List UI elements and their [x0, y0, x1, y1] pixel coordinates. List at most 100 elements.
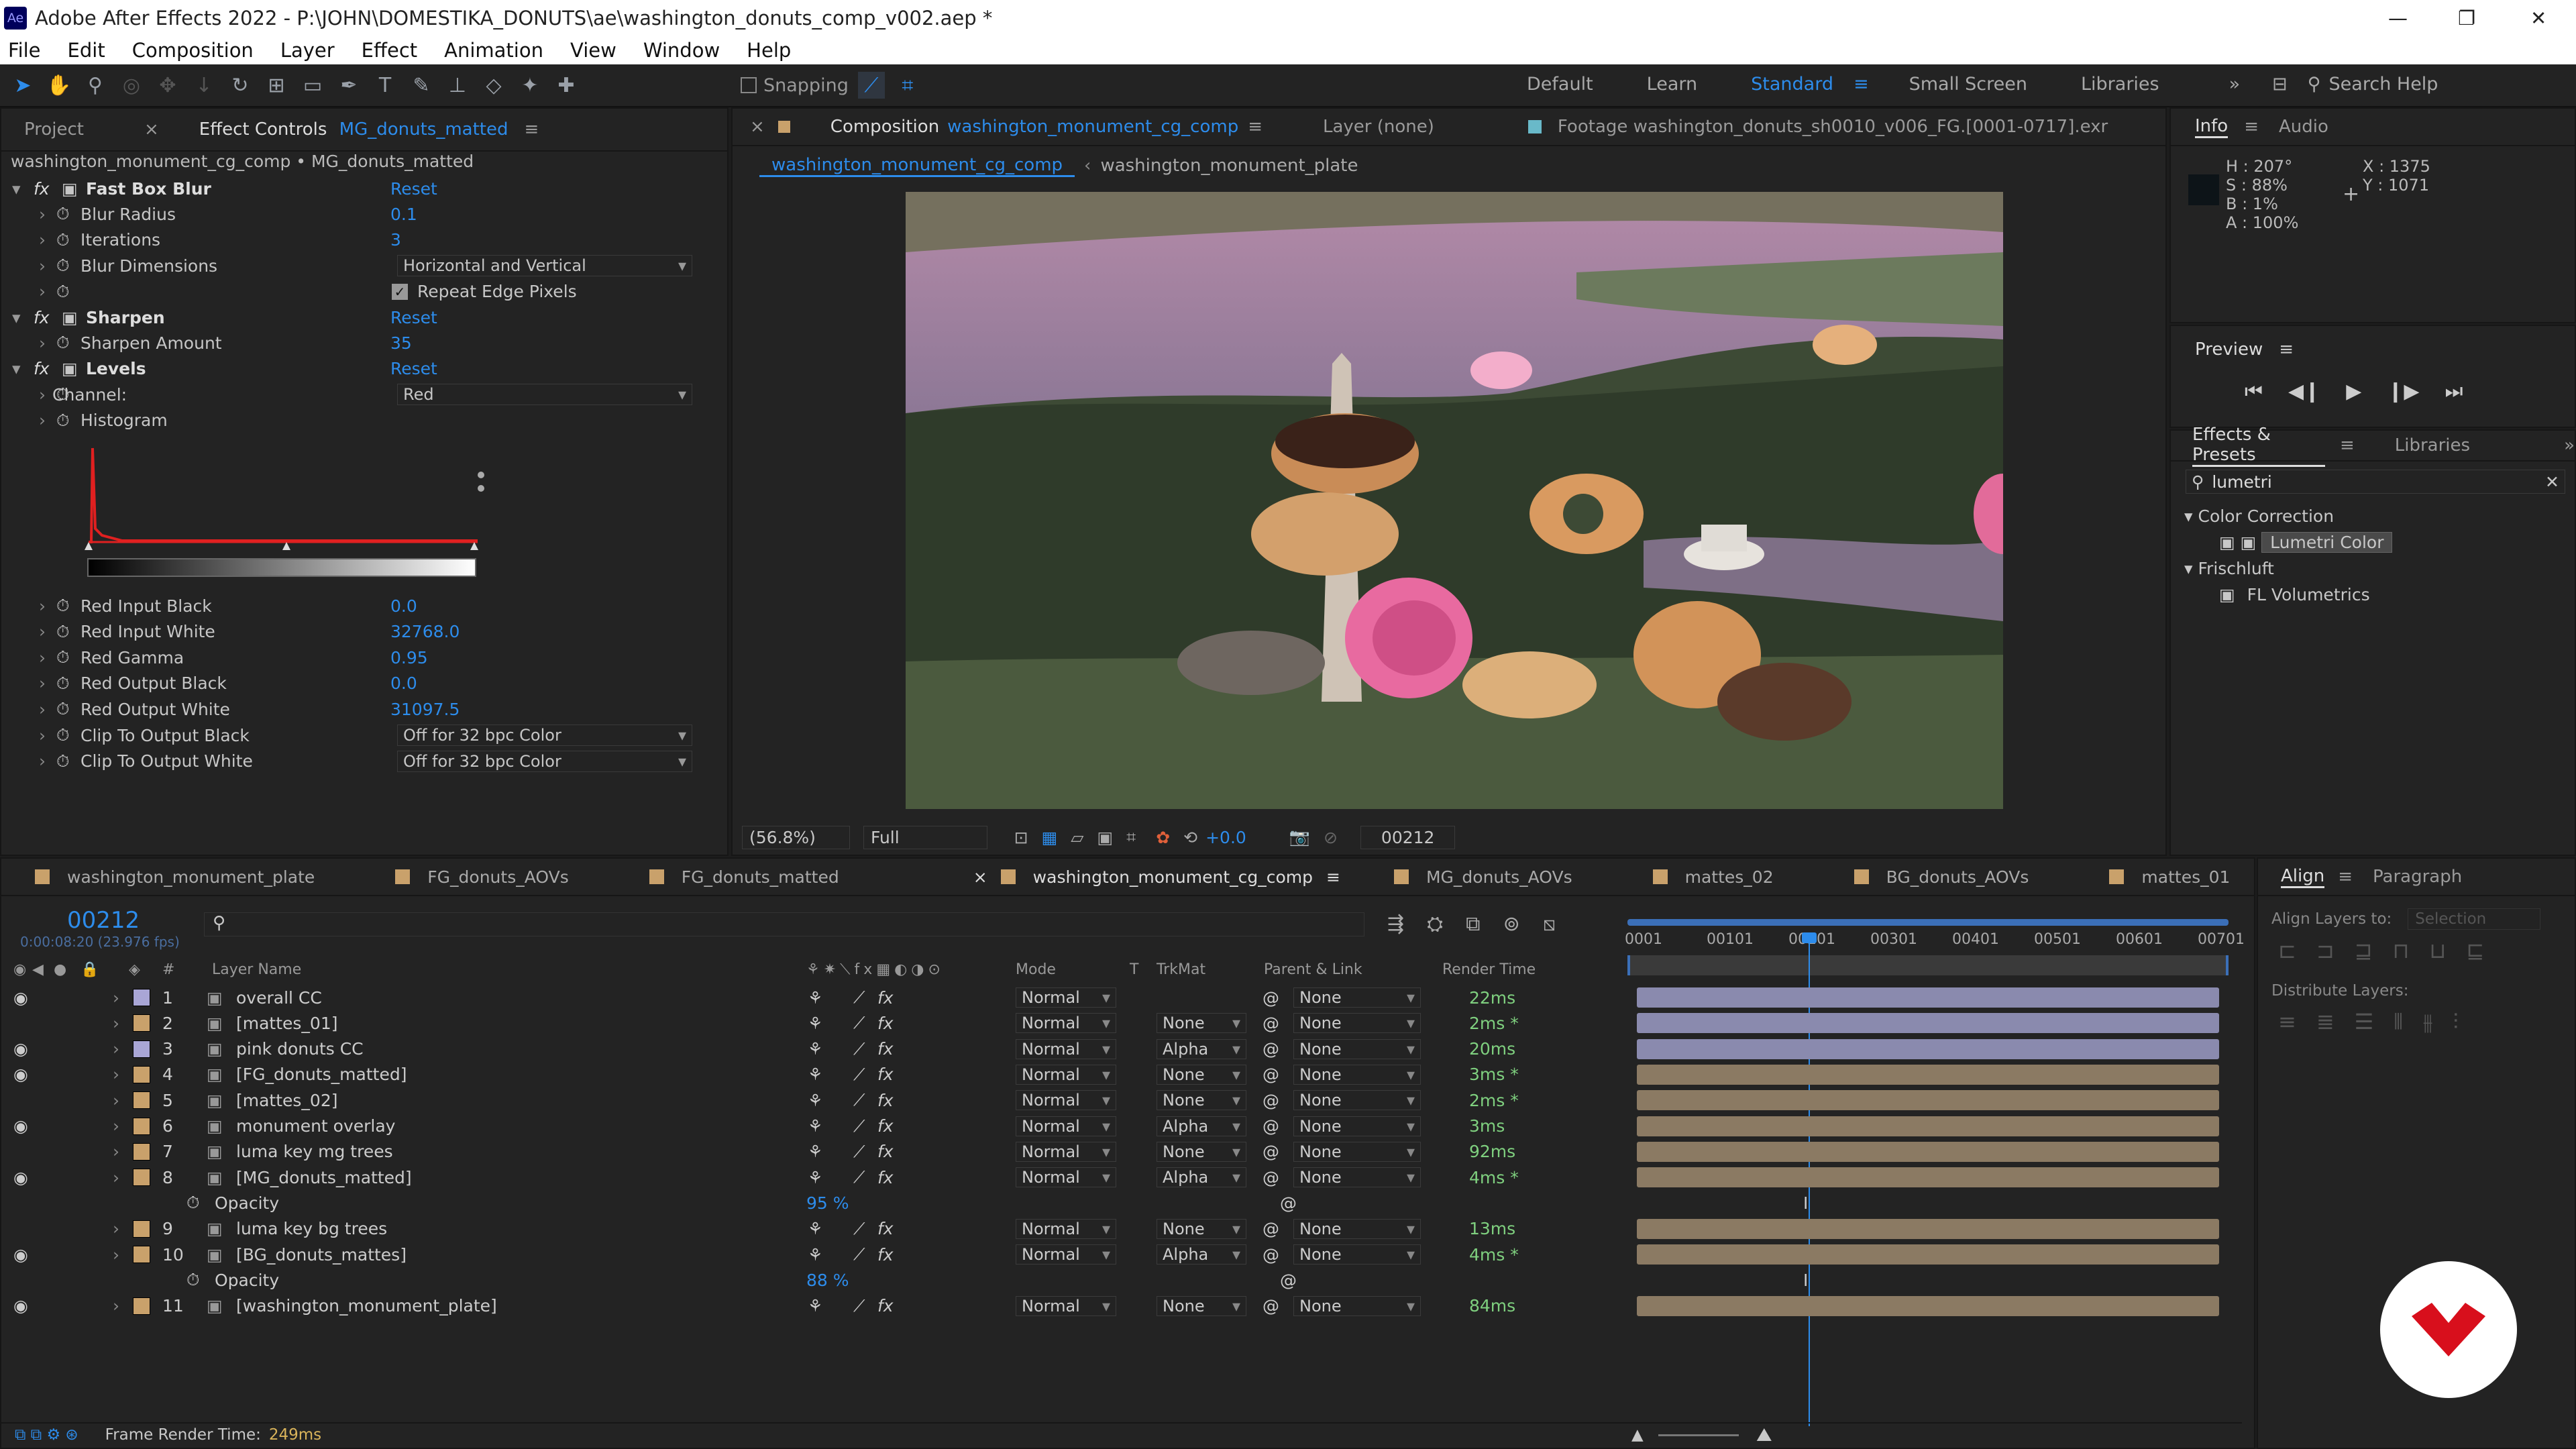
expand-arrow-icon[interactable]: › — [113, 988, 119, 1008]
parent-dropdown[interactable]: None — [1293, 1116, 1421, 1136]
current-timecode[interactable]: 00212 — [67, 907, 140, 934]
menu-file[interactable]: File — [8, 39, 41, 62]
graph-editor-icon[interactable]: ⧅ — [1543, 912, 1556, 936]
workspace-menu-icon[interactable]: ≡ — [1854, 74, 1869, 95]
menu-effect[interactable]: Effect — [362, 39, 417, 62]
shy-switch-icon[interactable]: ⚘ — [808, 1296, 822, 1316]
timeline-tab-cg-comp[interactable]: × washington_monument_cg_comp ≡ — [973, 867, 1340, 887]
layer-row[interactable]: ◉ › 4 ▣ [FG_donuts_matted] ⚘ ⟋ fx Normal None @ Non… — [1, 1062, 2219, 1087]
expand-arrow-icon[interactable]: › — [39, 256, 46, 276]
label-color-swatch[interactable] — [133, 1220, 150, 1238]
roto-brush-icon[interactable]: ✦ — [517, 72, 543, 99]
quality-switch-icon[interactable]: ⟋ — [853, 1039, 865, 1059]
zoom-out-icon[interactable]: ▲ — [1631, 1426, 1644, 1444]
snapshot-icon[interactable]: 📷 — [1289, 827, 1310, 847]
label-color-swatch[interactable] — [133, 1297, 150, 1315]
param-value[interactable]: Reset — [390, 308, 437, 327]
param-value[interactable]: 3 — [390, 230, 401, 250]
effect-param-row[interactable]: › ⏱ Blur Radius 0.1 — [1, 201, 699, 227]
workspace-learn[interactable]: Learn — [1647, 74, 1697, 95]
expand-arrow-icon[interactable]: › — [113, 1014, 119, 1033]
fx-switch-icon[interactable]: fx — [877, 1168, 894, 1187]
opacity-property-row[interactable]: ⏱ Opacity 88 % @ I — [1, 1267, 1808, 1293]
layer-duration-bar[interactable] — [1637, 1064, 2219, 1085]
trkmat-dropdown[interactable]: None — [1157, 1090, 1246, 1111]
layer-duration-bar[interactable] — [1637, 1218, 2219, 1239]
comp-menu-icon[interactable]: ≡ — [1248, 117, 1263, 137]
fx-switch-icon[interactable]: fx — [877, 1091, 894, 1110]
output-gradient[interactable] — [87, 558, 476, 577]
menu-composition[interactable]: Composition — [132, 39, 254, 62]
effect-param-row[interactable]: ▾ fx ▣ Fast Box Blur Reset — [1, 176, 699, 201]
expand-arrow-icon[interactable]: › — [39, 385, 46, 405]
effect-param-row[interactable]: › ⏱ Blur Dimensions Horizontal and Vertical — [1, 253, 699, 278]
layer-row[interactable]: ◉ › 6 ▣ monument overlay ⚘ ⟋ fx Normal Alpha @ None… — [1, 1114, 2219, 1139]
layer-row[interactable]: ◉ › 8 ▣ [MG_donuts_matted] ⚘ ⟋ fx Normal Alpha @ No… — [1, 1165, 2219, 1190]
menu-edit[interactable]: Edit — [68, 39, 105, 62]
pick-whip-icon[interactable]: @ — [1263, 1142, 1279, 1161]
blend-mode-dropdown[interactable]: Normal — [1016, 1167, 1116, 1188]
effect-param-row[interactable]: ▾ fx ▣ Sharpen Reset — [1, 305, 699, 330]
fx-switch-icon[interactable]: fx — [877, 1296, 894, 1316]
stopwatch-icon[interactable]: ⏱ — [56, 333, 70, 353]
shy-switch-icon[interactable]: ⚘ — [808, 1168, 822, 1187]
stopwatch-icon[interactable]: ⏱ — [56, 751, 70, 771]
param-value[interactable]: 32768.0 — [390, 622, 460, 641]
preview-menu-icon[interactable]: ≡ — [2279, 339, 2294, 360]
param-value[interactable]: 0.0 — [390, 596, 417, 616]
stopwatch-icon[interactable]: ⏱ — [56, 411, 70, 431]
label-color-swatch[interactable] — [133, 1142, 150, 1161]
guides-icon[interactable]: ▣ — [1097, 828, 1114, 847]
distribute-buttons-icons[interactable]: ≡≣☰⫴⫵⫶ — [2278, 1009, 2478, 1035]
shy-layers-icon[interactable]: ⧉ — [1466, 912, 1480, 936]
tab-align[interactable]: Align — [2281, 866, 2325, 888]
menu-animation[interactable]: Animation — [444, 39, 543, 62]
clone-stamp-icon[interactable]: ⊥ — [444, 72, 471, 99]
comp-tab-label[interactable]: Composition — [830, 117, 939, 137]
expand-arrow-icon[interactable]: › — [39, 333, 46, 353]
rectangle-tool-icon[interactable]: ▭ — [299, 72, 326, 99]
blend-mode-dropdown[interactable]: Normal — [1016, 1090, 1116, 1111]
eraser-tool-icon[interactable]: ◇ — [480, 72, 507, 99]
eye-icon[interactable]: ◉ — [13, 988, 28, 1008]
workspace-default[interactable]: Default — [1527, 74, 1593, 95]
current-frame-field[interactable]: 00212 — [1360, 825, 1456, 849]
close-tab-icon[interactable]: × — [144, 119, 159, 140]
tab-paragraph[interactable]: Paragraph — [2373, 867, 2462, 887]
effect-param-row[interactable]: › ⏱ Iterations 3 — [1, 227, 699, 253]
trkmat-dropdown[interactable]: Alpha — [1157, 1244, 1246, 1265]
expand-arrow-icon[interactable]: › — [39, 674, 46, 693]
pick-whip-icon[interactable]: @ — [1263, 1296, 1279, 1316]
effect-param-row[interactable]: › ⏱ Histogram — [1, 408, 699, 433]
quality-switch-icon[interactable]: ⟋ — [853, 1090, 865, 1110]
next-frame-icon[interactable]: ❙▶ — [2387, 380, 2419, 403]
align-to-dropdown[interactable]: Selection — [2408, 908, 2541, 930]
layer-name[interactable]: monument overlay — [236, 1116, 395, 1136]
fx-switch-icon[interactable]: fx — [877, 988, 894, 1008]
blend-mode-dropdown[interactable]: Normal — [1016, 1244, 1116, 1265]
stopwatch-icon[interactable]: ⏱ — [56, 282, 70, 302]
parent-dropdown[interactable]: None — [1293, 1013, 1421, 1034]
panel-menu-icon[interactable]: ≡ — [525, 119, 539, 140]
play-icon[interactable]: ▶ — [2346, 380, 2361, 403]
trkmat-dropdown[interactable]: None — [1157, 1218, 1246, 1239]
layer-name[interactable]: [MG_donuts_matted] — [236, 1168, 412, 1187]
menu-help[interactable]: Help — [747, 39, 791, 62]
toggle-switches-icon[interactable]: ⧉ ⧉ ⚙ ⊛ — [15, 1426, 78, 1444]
menu-layer[interactable]: Layer — [280, 39, 335, 62]
expand-arrow-icon[interactable]: › — [113, 1168, 119, 1187]
blend-mode-dropdown[interactable]: Normal — [1016, 1141, 1116, 1162]
menu-window[interactable]: Window — [643, 39, 720, 62]
resolution-dropdown[interactable]: Full — [863, 825, 987, 849]
param-dropdown[interactable]: Off for 32 bpc Color — [397, 750, 692, 772]
expand-arrow-icon[interactable]: › — [39, 700, 46, 719]
layer-name[interactable]: pink donuts CC — [236, 1039, 364, 1059]
time-navigator[interactable] — [1627, 955, 2229, 975]
tab-audio[interactable]: Audio — [2279, 117, 2328, 137]
layer-viewer-tab[interactable]: Layer (none) — [1323, 117, 1434, 137]
stopwatch-icon[interactable]: ⏱ — [56, 596, 70, 616]
stopwatch-icon[interactable]: ⏱ — [56, 230, 70, 250]
quality-switch-icon[interactable]: ⟋ — [853, 1296, 865, 1316]
category-frischluft[interactable]: ▾ Frischluft — [2184, 555, 2392, 582]
puppet-pin-icon[interactable]: ✚ — [553, 72, 580, 99]
